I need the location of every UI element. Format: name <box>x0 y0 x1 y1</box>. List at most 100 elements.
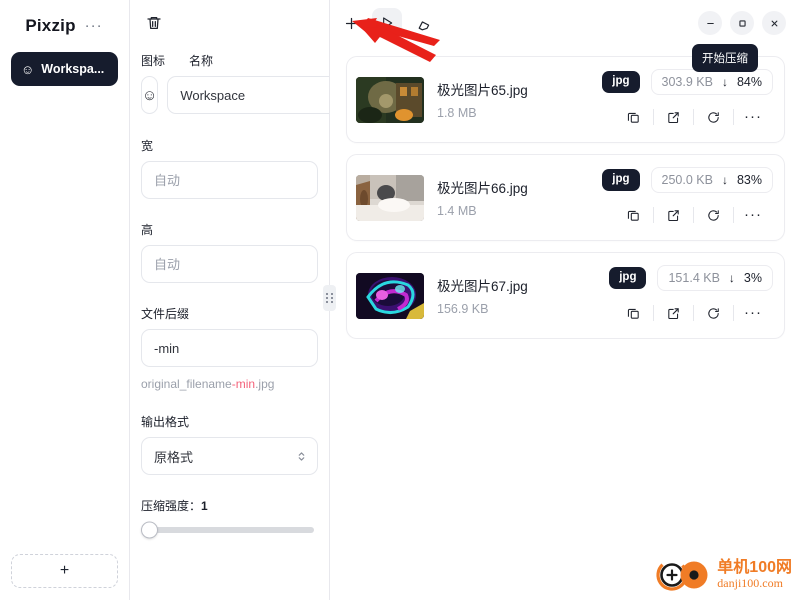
add-workspace-button[interactable]: + <box>11 554 118 588</box>
file-saved-percent: 84% <box>736 75 762 89</box>
compression-strength-group: 压缩强度：1 <box>141 497 318 539</box>
down-arrow-icon: ↓ <box>728 271 735 285</box>
maximize-button[interactable] <box>730 11 754 35</box>
settings-form: 图标 名称 ☺ 宽 高 文件后缀 original_ <box>130 46 329 539</box>
thumbnail-image <box>356 76 424 123</box>
down-arrow-icon: ↓ <box>721 173 728 187</box>
app-window: Pixzip ··· ☺ Workspa... + 图标 名称 ☺ Worksp… <box>0 0 800 600</box>
filename-preview-suffix: -min <box>231 377 256 391</box>
panel-resize-handle[interactable] <box>323 285 336 311</box>
watermark-logo-icon <box>656 559 708 591</box>
copy-file-button[interactable] <box>613 300 653 326</box>
recompress-file-button[interactable] <box>693 202 733 228</box>
main-toolbar: 开始压缩 <box>330 0 800 72</box>
file-list-item[interactable]: 极光图片66.jpg 1.4 MB jpg 250.0 KB ↓ 83% ··· <box>346 154 785 241</box>
maximize-icon <box>738 19 746 27</box>
file-info: 极光图片65.jpg 1.8 MB <box>424 79 602 120</box>
label-compression-strength: 压缩强度：1 <box>141 497 318 514</box>
start-compression-button[interactable] <box>372 8 402 38</box>
file-compressed-size: 250.0 KB <box>661 173 713 187</box>
settings-toolbar <box>130 0 329 46</box>
width-input[interactable] <box>141 161 318 199</box>
file-compressed-size: 303.9 KB <box>661 75 713 89</box>
file-more-button[interactable]: ··· <box>733 300 773 326</box>
recompress-file-button[interactable] <box>693 300 733 326</box>
recompress-file-button[interactable] <box>693 104 733 130</box>
label-output-format: 输出格式 <box>141 415 190 429</box>
output-format-select[interactable]: 原格式 <box>141 437 318 475</box>
copy-file-button[interactable] <box>613 202 653 228</box>
file-compressed-size: 151.4 KB <box>668 271 720 285</box>
window-controls <box>698 11 786 35</box>
file-format-badge[interactable]: jpg <box>602 71 640 93</box>
minimize-button[interactable] <box>698 11 722 35</box>
file-thumbnail <box>356 272 424 319</box>
file-name: 极光图片65.jpg <box>437 83 528 98</box>
sidebar-footer: + <box>0 554 129 600</box>
file-thumbnail <box>356 76 424 123</box>
file-result: jpg 151.4 KB ↓ 3% ··· <box>609 265 773 326</box>
chevron-updown-icon <box>297 450 306 463</box>
start-compression-tooltip: 开始压缩 <box>692 44 758 72</box>
file-original-size: 1.8 MB <box>437 106 477 120</box>
file-format-badge[interactable]: jpg <box>602 169 640 191</box>
watermark-title: 单机100网 <box>717 559 792 577</box>
sidebar-item-workspace[interactable]: ☺ Workspa... <box>11 52 118 86</box>
delete-workspace-button[interactable] <box>141 10 167 36</box>
file-saved-percent: 3% <box>743 271 762 285</box>
app-menu-icon[interactable]: ··· <box>84 18 104 33</box>
minimize-icon <box>706 22 714 24</box>
height-input[interactable] <box>141 245 318 283</box>
file-thumbnail <box>356 174 424 221</box>
refresh-icon <box>707 307 719 319</box>
open-external-icon <box>667 111 679 123</box>
down-arrow-icon: ↓ <box>721 75 728 89</box>
file-compressed-pill: 303.9 KB ↓ 84% <box>650 69 773 95</box>
strength-label-text: 压缩强度： <box>141 499 202 513</box>
more-icon: ··· <box>744 304 762 321</box>
file-result-row: jpg 151.4 KB ↓ 3% <box>609 265 773 291</box>
file-action-bar: ··· <box>613 198 773 228</box>
file-original-size: 1.4 MB <box>437 204 477 218</box>
copy-icon <box>627 308 639 319</box>
file-format-badge[interactable]: jpg <box>609 267 647 289</box>
file-original-size: 156.9 KB <box>437 302 489 316</box>
sidebar-item-label: Workspa... <box>41 62 105 76</box>
file-more-button[interactable]: ··· <box>733 202 773 228</box>
label-name: 名称 <box>189 54 214 68</box>
file-compressed-pill: 250.0 KB ↓ 83% <box>650 167 773 193</box>
smiley-icon: ☺ <box>21 61 35 77</box>
sidebar: Pixzip ··· ☺ Workspa... + <box>0 0 130 600</box>
file-result-row: jpg 303.9 KB ↓ 84% <box>602 69 773 95</box>
workspace-name-input[interactable] <box>167 76 329 114</box>
close-button[interactable] <box>762 11 786 35</box>
open-file-button[interactable] <box>653 104 693 130</box>
main-content: 开始压缩 极光图片65.jpg 1.8 MB jpg 303.9 KB ↓ 84… <box>330 0 800 600</box>
open-file-button[interactable] <box>653 202 693 228</box>
workspace-emoji-picker[interactable]: ☺ <box>141 76 159 114</box>
file-list-item[interactable]: 极光图片67.jpg 156.9 KB jpg 151.4 KB ↓ 3% ··… <box>346 252 785 339</box>
file-more-button[interactable]: ··· <box>733 104 773 130</box>
smiley-icon: ☺ <box>142 86 158 104</box>
file-list: 极光图片65.jpg 1.8 MB jpg 303.9 KB ↓ 84% ···… <box>330 46 800 339</box>
clear-list-button[interactable] <box>408 8 438 38</box>
file-suffix-input[interactable] <box>141 329 318 367</box>
trash-icon <box>147 17 161 29</box>
output-format-value: 原格式 <box>154 449 194 465</box>
file-info: 极光图片66.jpg 1.4 MB <box>424 177 602 218</box>
slider-thumb[interactable] <box>141 521 158 539</box>
label-width: 宽 <box>141 139 154 153</box>
compression-strength-slider[interactable] <box>141 521 314 539</box>
suffix-field-group: 文件后缀 original_filename-min.jpg <box>141 305 318 391</box>
thumbnail-image <box>356 272 424 319</box>
open-external-icon <box>667 307 679 319</box>
more-icon: ··· <box>744 108 762 125</box>
copy-icon <box>627 112 639 123</box>
copy-file-button[interactable] <box>613 104 653 130</box>
file-result-row: jpg 250.0 KB ↓ 83% <box>602 167 773 193</box>
open-file-button[interactable] <box>653 300 693 326</box>
filename-preview-base: original_filename <box>141 377 232 391</box>
add-files-button[interactable] <box>336 8 366 38</box>
file-info: 极光图片67.jpg 156.9 KB <box>424 275 609 316</box>
